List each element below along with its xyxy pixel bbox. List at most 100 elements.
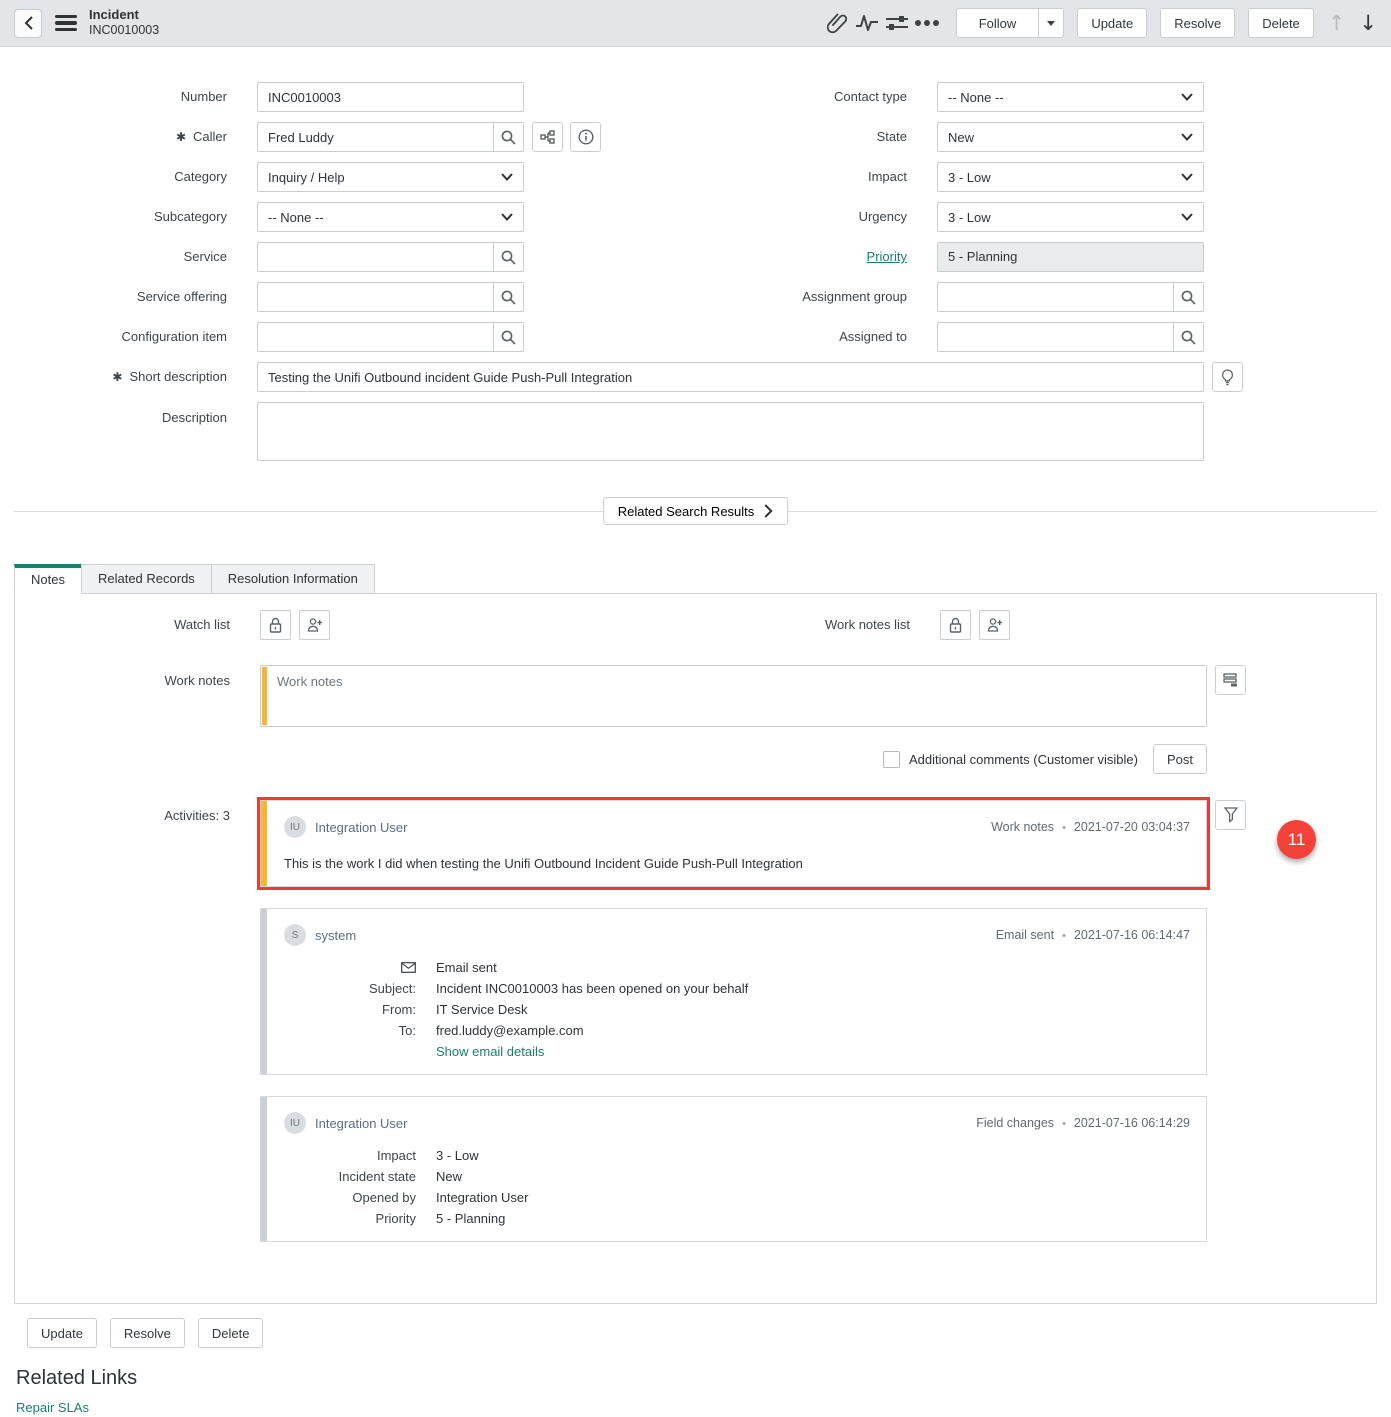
activities-label: Activities: 3: [15, 800, 260, 823]
caller-lookup-button[interactable]: [493, 122, 524, 152]
impact-select[interactable]: 3 - Low: [937, 162, 1204, 192]
chevron-down-icon: [1181, 133, 1193, 141]
email-subject: Incident INC0010003 has been opened on y…: [436, 981, 1190, 996]
activity-entry-field-changes: IU Integration User Field changes2021-07…: [260, 1096, 1207, 1242]
chevron-left-icon: [24, 16, 33, 30]
assigned-to-label: Assigned to: [524, 322, 937, 352]
watch-list-add-me-button[interactable]: [299, 610, 330, 640]
tab-resolution-information[interactable]: Resolution Information: [211, 564, 375, 594]
configuration-item-lookup-button[interactable]: [493, 322, 524, 352]
field-change-value: Integration User: [436, 1190, 1190, 1205]
field-change-label: Opened by: [284, 1190, 416, 1205]
activity-timestamp: 2021-07-16 06:14:47: [1054, 928, 1190, 942]
assigned-to-field[interactable]: [937, 322, 1174, 352]
activity-timestamp: 2021-07-20 03:04:37: [1054, 820, 1190, 834]
email-from-label: From:: [284, 1002, 416, 1017]
caller-info-button[interactable]: [570, 122, 601, 152]
follow-split-button: Follow: [956, 8, 1065, 38]
configuration-item-label: Configuration item: [14, 322, 257, 352]
service-offering-field[interactable]: [257, 282, 494, 312]
assignment-group-field[interactable]: [937, 282, 1174, 312]
service-offering-lookup-button[interactable]: [493, 282, 524, 312]
assigned-to-lookup-button[interactable]: [1173, 322, 1204, 352]
repair-slas-link[interactable]: Repair SLAs: [16, 1400, 89, 1415]
lock-icon: [949, 617, 962, 633]
delete-button[interactable]: Delete: [1248, 8, 1314, 38]
service-lookup-button[interactable]: [493, 242, 524, 272]
tab-related-records[interactable]: Related Records: [81, 564, 212, 594]
paperclip-icon: [827, 12, 847, 34]
state-select[interactable]: New: [937, 122, 1204, 152]
assignment-group-lookup-button[interactable]: [1173, 282, 1204, 312]
update-button[interactable]: Update: [1077, 8, 1147, 38]
header-bar: Incident INC0010003 Follow Update Resolv…: [0, 0, 1391, 47]
activity-user-name: system: [315, 928, 356, 943]
contact-type-select[interactable]: -- None --: [937, 82, 1204, 112]
short-description-field[interactable]: [257, 362, 1204, 392]
show-email-details-link[interactable]: Show email details: [436, 1044, 544, 1059]
more-options-button[interactable]: [912, 8, 942, 38]
toggle-activity-formatting-button[interactable]: [1215, 665, 1246, 695]
search-icon: [501, 250, 516, 265]
footer-delete-button[interactable]: Delete: [198, 1318, 264, 1348]
lightbulb-icon: [1221, 369, 1234, 386]
work-notes-wrapper: [260, 665, 1207, 727]
work-notes-list-label: Work notes list: [527, 610, 940, 640]
work-notes-field[interactable]: [261, 666, 1206, 726]
work-notes-list-add-me-button[interactable]: [979, 610, 1010, 640]
footer-resolve-button[interactable]: Resolve: [110, 1318, 185, 1348]
callout-step-badge: 11: [1277, 820, 1316, 859]
personalize-form-button[interactable]: [882, 8, 912, 38]
number-field[interactable]: [257, 82, 524, 112]
post-button[interactable]: Post: [1153, 744, 1207, 774]
assignment-group-label: Assignment group: [524, 282, 937, 312]
back-button[interactable]: [14, 9, 42, 38]
number-label: Number: [14, 82, 257, 112]
add-person-icon: [987, 617, 1003, 633]
contact-type-label: Contact type: [524, 82, 937, 112]
subcategory-select[interactable]: -- None --: [257, 202, 524, 232]
add-person-icon: [307, 617, 323, 633]
configuration-item-field[interactable]: [257, 322, 494, 352]
avatar: IU: [284, 1112, 306, 1134]
activity-entry-email: S system Email sent2021-07-16 06:14:47 E…: [260, 908, 1207, 1075]
service-field[interactable]: [257, 242, 494, 272]
suggestion-button[interactable]: [1212, 362, 1243, 392]
activity-user-name: Integration User: [315, 820, 408, 835]
attachment-button[interactable]: [822, 8, 852, 38]
watch-list-lock-button[interactable]: [260, 610, 291, 640]
related-search-results-button[interactable]: Related Search Results: [603, 497, 789, 525]
chevron-down-icon: [1181, 213, 1193, 221]
search-icon: [1181, 330, 1196, 345]
field-change-label: Priority: [284, 1211, 416, 1226]
next-record-button[interactable]: ↓: [1359, 11, 1377, 35]
activity-body-text: This is the work I did when testing the …: [284, 856, 1190, 871]
resolve-button[interactable]: Resolve: [1160, 8, 1235, 38]
urgency-select[interactable]: 3 - Low: [937, 202, 1204, 232]
chevron-down-icon: [501, 173, 513, 181]
priority-link[interactable]: Priority: [867, 249, 907, 264]
activity-type: Field changes: [976, 1116, 1054, 1130]
search-icon: [501, 290, 516, 305]
impact-label: Impact: [524, 162, 937, 192]
service-offering-label: Service offering: [14, 282, 257, 312]
sliders-icon: [886, 15, 908, 31]
follow-dropdown-button[interactable]: [1038, 8, 1064, 38]
additional-comments-checkbox[interactable]: [883, 751, 900, 768]
follow-button[interactable]: Follow: [956, 8, 1040, 38]
chevron-down-icon: [1181, 93, 1193, 101]
caller-connect-button[interactable]: [532, 122, 563, 152]
category-select[interactable]: Inquiry / Help: [257, 162, 524, 192]
field-change-value: New: [436, 1169, 1190, 1184]
record-number-label: INC0010003: [89, 23, 159, 39]
tab-notes[interactable]: Notes: [14, 564, 82, 594]
caller-field[interactable]: [257, 122, 494, 152]
previous-record-button[interactable]: ↑: [1328, 11, 1346, 35]
footer-update-button[interactable]: Update: [27, 1318, 97, 1348]
activity-stream-button[interactable]: [852, 8, 882, 38]
work-notes-list-lock-button[interactable]: [940, 610, 971, 640]
search-icon: [501, 330, 516, 345]
description-field[interactable]: [257, 402, 1204, 461]
activity-filter-button[interactable]: [1215, 800, 1246, 830]
context-menu-icon[interactable]: [55, 15, 77, 32]
